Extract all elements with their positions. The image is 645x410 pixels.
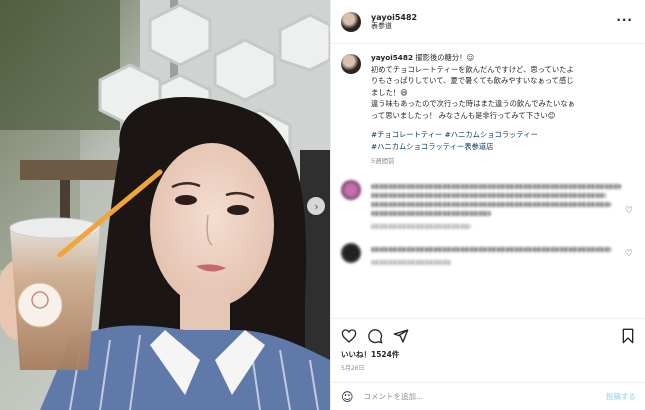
likes-count[interactable]: いいね！1524件 xyxy=(341,349,636,360)
comment-like-button[interactable]: ♡ xyxy=(625,206,633,216)
action-bar: いいね！1524件 5月26日 xyxy=(331,318,645,372)
emoji-icon[interactable]: ☺ xyxy=(341,390,354,404)
caption: yayoi5482 撮影後の糖分！☺ 初めてチョコレートティーを飲んだんですけど… xyxy=(331,44,645,168)
hashtag-link[interactable]: #チョコレートティー #ハニカムショコラッティー xyxy=(371,129,626,141)
post-time-ago[interactable]: 5週間前 xyxy=(371,156,626,168)
more-options-button[interactable]: ··· xyxy=(616,13,633,27)
comment-item: ♡ xyxy=(331,242,645,269)
bookmark-icon[interactable] xyxy=(620,328,636,344)
comment-like-button[interactable]: ♡ xyxy=(625,249,633,259)
post-date[interactable]: 5月26日 xyxy=(341,363,636,372)
comment-icon[interactable] xyxy=(367,328,383,344)
post-comment-button[interactable]: 投稿する xyxy=(606,391,636,402)
more-horizontal-icon: ··· xyxy=(616,13,633,27)
caption-line: 初めてチョコレートティーを飲んだんですけど、思っていたよ xyxy=(371,64,574,74)
hashtag-link[interactable]: #ハニカムショコラッティー表参道店 xyxy=(371,141,626,153)
caption-line: 撮影後の糖分！☺ xyxy=(413,53,475,62)
share-icon[interactable] xyxy=(393,328,409,344)
caption-line: りもさっぱりしていて、夏で暑くても飲みやすいなぁって感じ xyxy=(371,76,574,85)
comment-text-blurred xyxy=(371,243,611,269)
post-side-panel: yayoi5482 表参道 ··· yayoi5482 撮影後の糖分！☺ 初めて… xyxy=(330,0,645,410)
comment-avatar[interactable] xyxy=(341,179,361,200)
comment-input[interactable] xyxy=(363,392,564,401)
comment-item: ♡ xyxy=(331,179,645,233)
selfie-image xyxy=(0,0,330,410)
action-icons-row xyxy=(341,325,636,347)
chevron-right-icon: › xyxy=(314,199,319,213)
post-header: yayoi5482 表参道 ··· xyxy=(331,0,645,44)
heart-icon[interactable] xyxy=(341,328,357,344)
caption-line: って思いましたっ！ みなさんも是非行ってみて下さい😊 xyxy=(371,110,556,120)
comment-text-blurred xyxy=(371,180,621,233)
comment-bar: ☺ 投稿する xyxy=(331,382,645,410)
header-text: yayoi5482 表参道 xyxy=(371,13,417,31)
caption-body: yayoi5482 撮影後の糖分！☺ 初めてチョコレートティーを飲んだんですけど… xyxy=(371,52,626,168)
caption-username[interactable]: yayoi5482 xyxy=(371,53,413,62)
avatar[interactable] xyxy=(341,11,361,32)
comment-avatar[interactable] xyxy=(341,242,361,263)
instagram-post: › yayoi5482 表参道 ··· yayoi5482 撮影後の糖分！☺ 初… xyxy=(0,0,645,410)
post-photo[interactable]: › xyxy=(0,0,330,410)
username-link[interactable]: yayoi5482 xyxy=(371,13,417,23)
caption-line: 違う味もあったので次行った時はまた違うの飲んでみたいなぁ xyxy=(371,99,575,108)
location-link[interactable]: 表参道 xyxy=(371,22,417,30)
next-photo-button[interactable]: › xyxy=(307,197,325,215)
caption-line: ました！😄 xyxy=(371,87,408,97)
caption-avatar[interactable] xyxy=(341,54,361,74)
